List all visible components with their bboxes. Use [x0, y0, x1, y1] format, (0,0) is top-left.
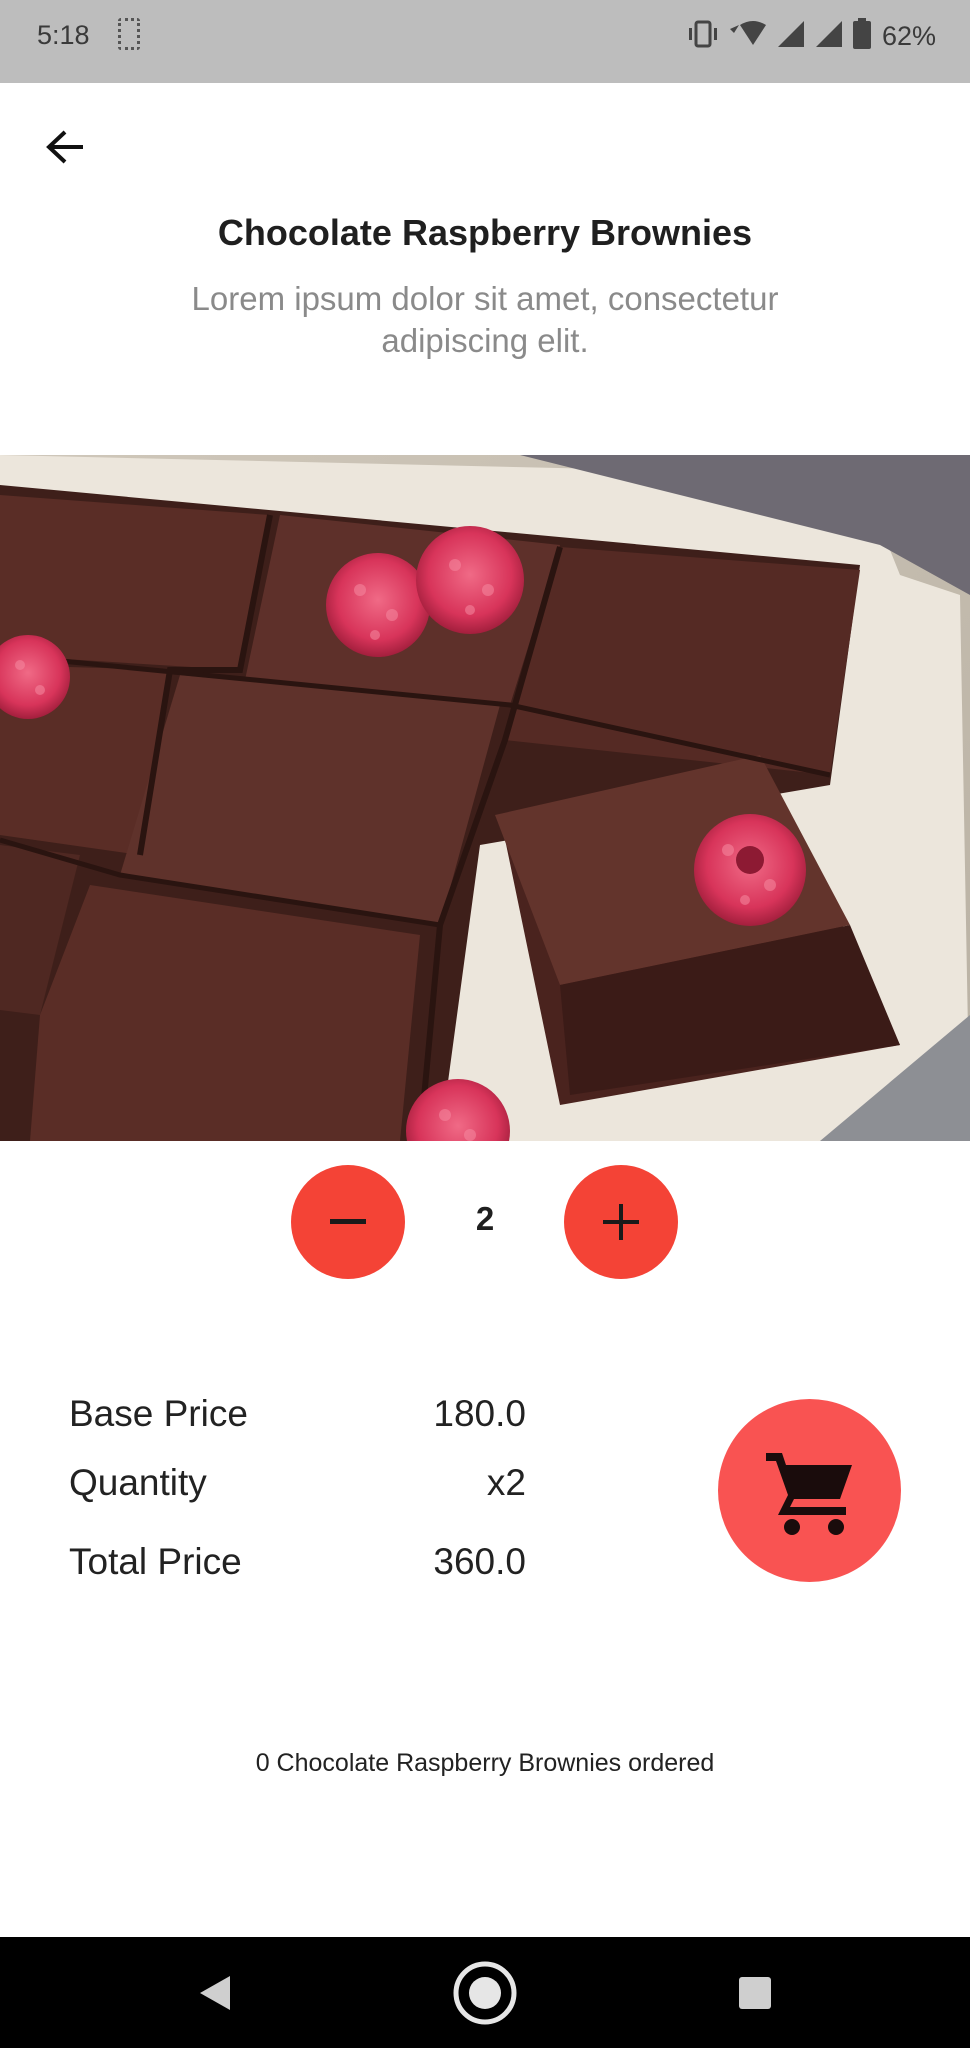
plus-icon	[603, 1204, 639, 1240]
vibrate-icon	[686, 19, 720, 54]
page-title: Chocolate Raspberry Brownies	[217, 212, 753, 253]
shopping-cart-icon	[765, 1452, 852, 1535]
quantity-label: Quantity	[69, 1462, 207, 1503]
base-price-label: Base Price	[69, 1393, 248, 1434]
screen: 5:18 62% Chocolate Raspberry Brownies Lo…	[0, 0, 970, 2048]
recents-square-icon	[739, 1976, 771, 2009]
battery-icon	[852, 17, 872, 55]
nav-back-button[interactable]	[180, 1937, 250, 2048]
page-subtitle: Lorem ipsum dolor sit amet, consectetur …	[191, 280, 779, 359]
nav-recents-button[interactable]	[720, 1937, 790, 2048]
add-to-cart-button[interactable]	[718, 1399, 901, 1582]
total-price-value: 360.0	[433, 1541, 526, 1582]
signal-icon	[814, 19, 846, 54]
navigation-bar	[0, 1937, 970, 2048]
base-price-value: 180.0	[433, 1393, 526, 1434]
total-price-label: Total Price	[69, 1541, 242, 1582]
wifi-icon	[726, 19, 770, 54]
order-status-text: 0 Chocolate Raspberry Brownies ordered	[255, 1749, 715, 1777]
status-time: 5:18	[37, 20, 90, 50]
minus-icon	[330, 1219, 366, 1224]
sim-card-icon	[118, 18, 140, 50]
hero-image	[0, 455, 970, 1141]
status-bar: 5:18 62%	[0, 0, 970, 83]
battery-percent: 62%	[881, 20, 936, 51]
decrement-button[interactable]	[291, 1165, 405, 1279]
increment-button[interactable]	[564, 1165, 678, 1279]
signal-icon	[776, 19, 808, 54]
nav-home-button[interactable]	[445, 1937, 525, 2048]
quantity-multiplier: x2	[486, 1462, 526, 1503]
quantity-value: 2	[475, 1200, 495, 1237]
home-circle-icon	[453, 1961, 517, 2024]
back-button[interactable]	[36, 118, 94, 176]
status-icons: 62%	[686, 17, 936, 55]
back-triangle-icon	[200, 1975, 230, 2010]
arrow-left-icon	[46, 130, 83, 164]
